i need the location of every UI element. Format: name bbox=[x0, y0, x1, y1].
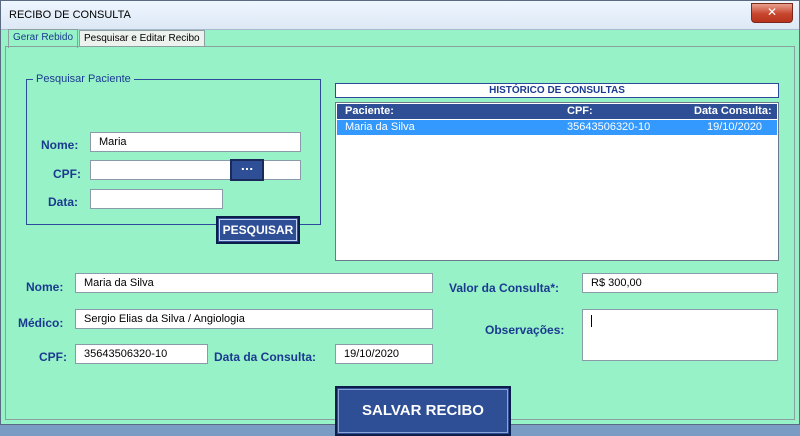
receipt-window: RECIBO DE CONSULTA ✕ Gerar Rebido Pesqui… bbox=[0, 0, 800, 436]
search-name-input[interactable]: Maria bbox=[90, 132, 301, 152]
text-caret bbox=[591, 315, 592, 327]
history-title: HISTÓRICO DE CONSULTAS bbox=[335, 83, 779, 98]
consult-date-label: Data da Consulta: bbox=[214, 350, 317, 364]
search-date-label: Data: bbox=[48, 195, 79, 209]
close-icon: ✕ bbox=[766, 5, 778, 19]
search-cpf-label: CPF: bbox=[53, 167, 81, 181]
cpf-label: CPF: bbox=[39, 350, 67, 364]
row-cpf: 35643506320-10 bbox=[567, 121, 651, 133]
client-area: Gerar Rebido Pesquisar e Editar Recibo P… bbox=[1, 29, 799, 436]
doctor-input[interactable]: Sergio Elias da Silva / Angiologia bbox=[75, 309, 433, 329]
column-header-data[interactable]: Data Consulta: bbox=[694, 105, 772, 117]
search-button[interactable]: PESQUISAR bbox=[216, 216, 300, 244]
save-receipt-button[interactable]: SALVAR RECIBO bbox=[335, 386, 511, 436]
notes-label: Observações: bbox=[485, 323, 565, 337]
search-cpf-input[interactable] bbox=[90, 160, 301, 180]
title-bar: RECIBO DE CONSULTA ✕ bbox=[1, 1, 799, 30]
history-row[interactable]: Maria da Silva 35643506320-10 19/10/2020 bbox=[337, 120, 777, 135]
row-data: 19/10/2020 bbox=[707, 121, 763, 133]
name-input[interactable]: Maria da Silva bbox=[75, 273, 433, 293]
search-name-label: Nome: bbox=[41, 138, 79, 152]
history-header: Paciente: CPF: Data Consulta: bbox=[337, 104, 777, 119]
cpf-input[interactable]: 35643506320-10 bbox=[75, 344, 208, 364]
window-title: RECIBO DE CONSULTA bbox=[9, 9, 131, 21]
row-paciente: Maria da Silva bbox=[345, 121, 415, 133]
value-input[interactable]: R$ 300,00 bbox=[582, 273, 778, 293]
history-list[interactable]: Paciente: CPF: Data Consulta: Maria da S… bbox=[335, 102, 779, 261]
column-header-cpf[interactable]: CPF: bbox=[567, 105, 593, 117]
name-label: Nome: bbox=[26, 280, 64, 294]
value-label: Valor da Consulta*: bbox=[449, 281, 560, 295]
consult-date-input[interactable]: 19/10/2020 bbox=[335, 344, 433, 364]
date-picker-button[interactable]: ... bbox=[230, 159, 264, 181]
search-date-input[interactable] bbox=[90, 189, 223, 209]
close-button[interactable]: ✕ bbox=[751, 3, 793, 23]
tab-pesquisar-editar[interactable]: Pesquisar e Editar Recibo bbox=[79, 30, 205, 47]
search-group-legend: Pesquisar Paciente bbox=[36, 73, 131, 85]
column-header-paciente[interactable]: Paciente: bbox=[345, 105, 394, 117]
notes-textarea[interactable] bbox=[582, 309, 778, 361]
doctor-label: Médico: bbox=[18, 316, 64, 330]
